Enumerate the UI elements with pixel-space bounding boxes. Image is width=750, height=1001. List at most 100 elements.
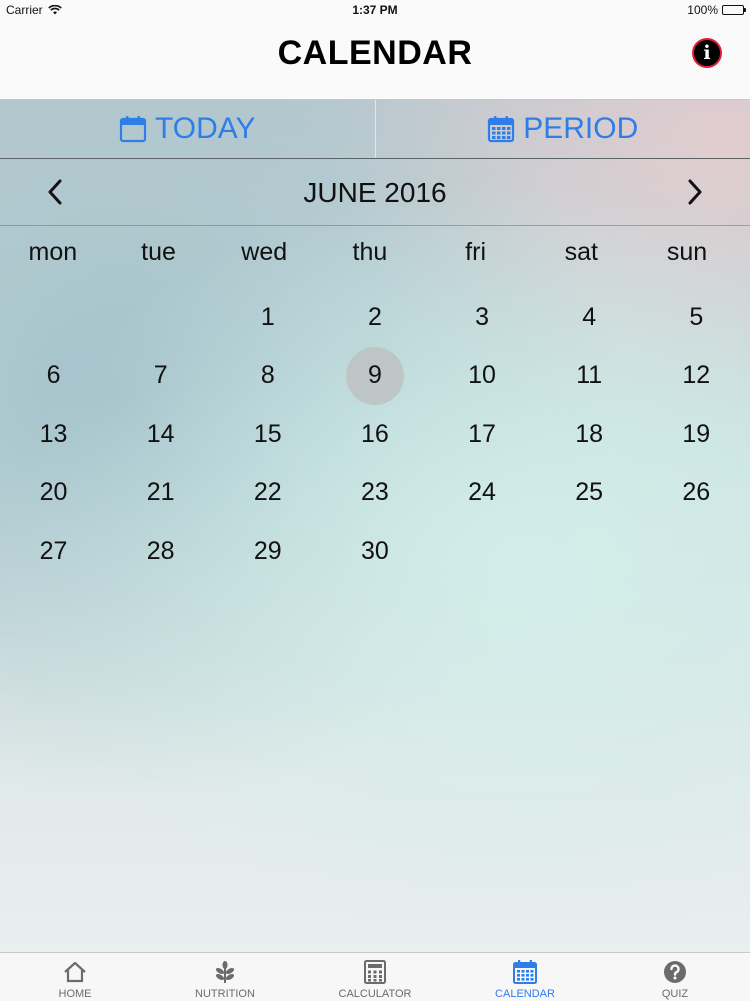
day-cell[interactable]: 20 <box>0 464 107 523</box>
weekday-header: montuewedthufrisatsun <box>0 238 750 272</box>
day-number: 4 <box>582 303 596 332</box>
day-cell[interactable]: 2 <box>321 288 428 347</box>
day-number: 10 <box>468 361 496 390</box>
tab-nutrition-label: NUTRITION <box>195 988 255 1000</box>
empty-day-cell <box>107 288 214 347</box>
days-grid: 1234567891011121314151617181920212223242… <box>0 288 750 581</box>
day-cell[interactable]: 21 <box>107 464 214 523</box>
info-icon: i <box>703 42 710 64</box>
day-cell[interactable]: 27 <box>0 522 107 581</box>
day-number: 26 <box>682 478 710 507</box>
weekday-label: thu <box>317 238 423 272</box>
month-header: JUNE 2016 <box>0 159 750 226</box>
empty-day-cell <box>0 288 107 347</box>
status-time: 1:37 PM <box>0 3 750 17</box>
day-number: 3 <box>475 303 489 332</box>
day-number: 13 <box>40 420 68 449</box>
calendar-grid-icon <box>487 115 515 143</box>
day-number: 29 <box>254 537 282 566</box>
day-cell[interactable]: 10 <box>429 347 536 406</box>
day-cell[interactable]: 30 <box>321 522 428 581</box>
day-cell[interactable]: 7 <box>107 347 214 406</box>
day-cell[interactable]: 28 <box>107 522 214 581</box>
day-cell[interactable]: 24 <box>429 464 536 523</box>
day-number: 1 <box>261 303 275 332</box>
day-number: 15 <box>254 420 282 449</box>
day-number: 19 <box>682 420 710 449</box>
day-cell[interactable]: 19 <box>643 405 750 464</box>
leaf-icon <box>212 959 238 985</box>
day-number: 8 <box>261 361 275 390</box>
day-cell[interactable]: 11 <box>536 347 643 406</box>
tab-calendar-label: CALENDAR <box>495 988 555 1000</box>
day-cell[interactable]: 4 <box>536 288 643 347</box>
day-cell[interactable]: 22 <box>214 464 321 523</box>
battery-icon <box>722 5 744 15</box>
navigation-bar: CALENDAR i <box>0 20 750 100</box>
day-cell[interactable]: 15 <box>214 405 321 464</box>
weekday-label: wed <box>211 238 317 272</box>
tab-home[interactable]: HOME <box>0 953 150 1001</box>
tab-home-label: HOME <box>59 988 92 1000</box>
segment-control: TODAY PERIOD <box>0 100 750 159</box>
tab-nutrition[interactable]: NUTRITION <box>150 953 300 1001</box>
page-title: CALENDAR <box>0 34 750 73</box>
tab-quiz[interactable]: QUIZ <box>600 953 750 1001</box>
day-cell[interactable]: 18 <box>536 405 643 464</box>
day-cell[interactable]: 26 <box>643 464 750 523</box>
tab-period-label: PERIOD <box>523 112 638 146</box>
day-cell-today[interactable]: 9 <box>321 347 428 406</box>
tab-today[interactable]: TODAY <box>0 100 375 158</box>
day-number: 30 <box>361 537 389 566</box>
day-number: 5 <box>689 303 703 332</box>
day-number: 9 <box>368 361 382 390</box>
day-number: 18 <box>575 420 603 449</box>
question-icon <box>662 959 688 985</box>
day-cell[interactable]: 8 <box>214 347 321 406</box>
day-number: 22 <box>254 478 282 507</box>
info-button[interactable]: i <box>692 38 722 68</box>
tab-period[interactable]: PERIOD <box>375 100 750 158</box>
day-number: 16 <box>361 420 389 449</box>
month-title: JUNE 2016 <box>0 177 750 209</box>
day-cell[interactable]: 23 <box>321 464 428 523</box>
day-number: 17 <box>468 420 496 449</box>
day-number: 6 <box>47 361 61 390</box>
day-cell[interactable]: 12 <box>643 347 750 406</box>
day-cell[interactable]: 5 <box>643 288 750 347</box>
day-cell[interactable]: 3 <box>429 288 536 347</box>
day-number: 11 <box>576 361 602 390</box>
day-cell[interactable]: 13 <box>0 405 107 464</box>
day-cell[interactable]: 16 <box>321 405 428 464</box>
day-cell[interactable]: 1 <box>214 288 321 347</box>
tab-calculator-label: CALCULATOR <box>339 988 412 1000</box>
status-bar: Carrier 1:37 PM 100% <box>0 0 750 20</box>
day-number: 20 <box>40 478 68 507</box>
day-cell[interactable]: 14 <box>107 405 214 464</box>
day-number: 21 <box>147 478 175 507</box>
day-number: 2 <box>368 303 382 332</box>
home-icon <box>62 959 88 985</box>
battery-indicator: 100% <box>687 3 744 17</box>
weekday-label: mon <box>0 238 106 272</box>
day-number: 14 <box>147 420 175 449</box>
next-month-button[interactable] <box>680 175 710 209</box>
calendar-icon <box>119 115 147 143</box>
day-number: 24 <box>468 478 496 507</box>
day-number: 28 <box>147 537 175 566</box>
tab-bar: HOME NUTRITION CALCULATOR <box>0 952 750 1001</box>
day-cell[interactable]: 17 <box>429 405 536 464</box>
tab-calculator[interactable]: CALCULATOR <box>300 953 450 1001</box>
calendar-content: TODAY PERIOD JUNE 2016 <box>0 100 750 952</box>
day-cell[interactable]: 25 <box>536 464 643 523</box>
day-cell[interactable]: 29 <box>214 522 321 581</box>
calendar-icon <box>512 959 538 985</box>
chevron-right-icon <box>687 179 703 205</box>
tab-calendar[interactable]: CALENDAR <box>450 953 600 1001</box>
weekday-label: sat <box>528 238 634 272</box>
day-number: 12 <box>682 361 710 390</box>
day-cell[interactable]: 6 <box>0 347 107 406</box>
day-number: 23 <box>361 478 389 507</box>
day-number: 25 <box>575 478 603 507</box>
battery-percent: 100% <box>687 3 718 17</box>
